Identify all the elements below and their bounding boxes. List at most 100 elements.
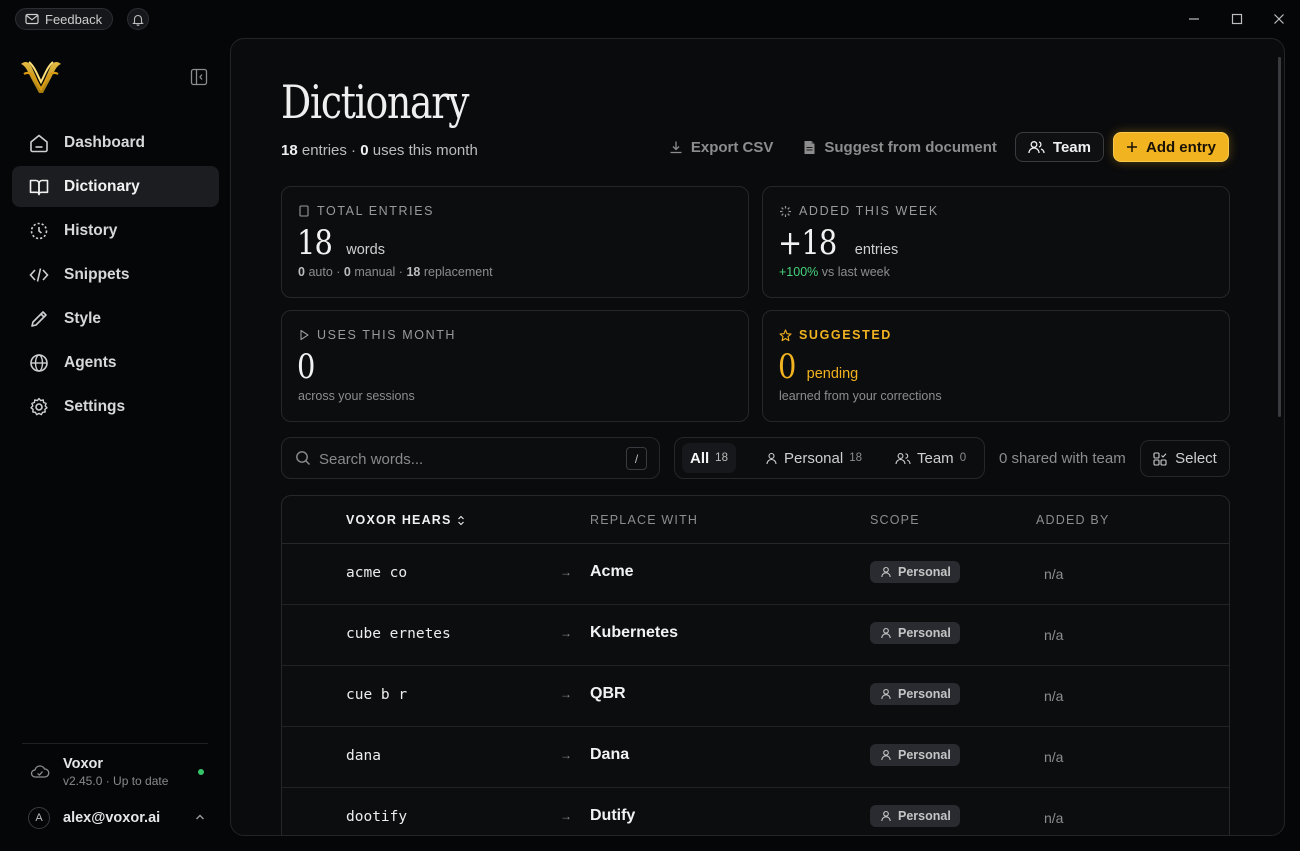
export-csv-label: Export CSV: [690, 138, 774, 156]
team-button[interactable]: Team: [1014, 132, 1104, 162]
minimize-button[interactable]: [1183, 9, 1205, 29]
tab-all[interactable]: All 18: [682, 443, 736, 473]
scope-label: Personal: [898, 809, 951, 823]
column-label: REPLACE WITH: [590, 513, 699, 527]
added-by-cell: n/a: [1044, 749, 1064, 765]
cloud-sync-icon: [30, 764, 50, 780]
uses-count: 0: [360, 142, 369, 159]
table-row[interactable]: cue b r → QBR Personal n/a: [282, 666, 1229, 727]
add-entry-label: Add entry: [1145, 138, 1216, 156]
app-name: Voxor: [63, 756, 104, 772]
main-panel: Dictionary 18 entries · 0 uses this mont…: [230, 38, 1285, 836]
table-row[interactable]: cube ernetes → Kubernetes Personal n/a: [282, 605, 1229, 666]
pen-icon: [28, 308, 50, 330]
title-bar: Feedback: [0, 0, 1300, 38]
uses-this-month-detail: across your sessions: [298, 389, 415, 403]
table-row[interactable]: dana → Dana Personal n/a: [282, 727, 1229, 788]
uses-this-month-label: USES THIS MONTH: [317, 328, 457, 342]
tab-personal[interactable]: Personal 18: [757, 443, 870, 473]
arrow-right-icon: →: [560, 565, 572, 579]
uses-label: uses this month: [372, 142, 478, 159]
added-by-cell: n/a: [1044, 566, 1064, 582]
table-row[interactable]: dootify → Dutify Personal n/a: [282, 788, 1229, 835]
scrollbar[interactable]: [1278, 57, 1281, 417]
sidebar-item-settings[interactable]: Settings: [12, 386, 219, 427]
gear-icon: [28, 396, 50, 418]
app-logo[interactable]: [18, 56, 64, 96]
weekly-change-label: vs last week: [821, 265, 890, 279]
suggested-label: SUGGESTED: [799, 328, 892, 342]
added-by-cell: n/a: [1044, 627, 1064, 643]
tab-count: 0: [959, 452, 967, 464]
entries-count: 18: [281, 142, 298, 159]
minimize-icon: [1188, 13, 1200, 25]
replace-cell: Acme: [590, 563, 634, 580]
weekly-change-value: +100%: [779, 265, 819, 279]
card-label: ADDED THIS WEEK: [779, 204, 939, 218]
sidebar-divider: [22, 743, 208, 744]
search-box: /: [281, 437, 660, 479]
scope-badge: Personal: [870, 744, 960, 766]
dictionary-table: VOXOR HEARS REPLACE WITH SCOPE ADDED BY …: [281, 495, 1230, 835]
table-row[interactable]: acme co → Acme Personal n/a: [282, 544, 1229, 605]
sidebar-item-history[interactable]: History: [12, 210, 219, 251]
sidebar-item-label: Style: [64, 309, 102, 327]
scope-badge: Personal: [870, 683, 960, 705]
hears-cell: cube ernetes: [346, 626, 451, 642]
scope-label: Personal: [898, 748, 951, 762]
added-this-week-card: ADDED THIS WEEK +18 entries +100% vs las…: [762, 186, 1230, 298]
scope-filter-tabs: All 18 Personal 18 Team 0: [674, 437, 985, 479]
suggest-from-document-button[interactable]: Suggest from document: [803, 139, 997, 156]
header-actions: Export CSV Suggest from document Team Ad…: [639, 132, 1229, 162]
feedback-label: Feedback: [45, 11, 103, 27]
feedback-button[interactable]: Feedback: [15, 8, 114, 30]
sidebar-item-snippets[interactable]: Snippets: [12, 254, 219, 295]
total-entries-breakdown: 0 auto · 0 manual · 18 replacement: [298, 265, 493, 279]
collapse-sidebar-button[interactable]: [188, 66, 210, 88]
hears-cell: dootify: [346, 809, 408, 825]
book-icon: [28, 176, 50, 198]
close-window-button[interactable]: [1268, 9, 1290, 29]
column-voxor-hears[interactable]: VOXOR HEARS: [346, 513, 465, 527]
tab-team[interactable]: Team 0: [887, 443, 974, 473]
column-label: SCOPE: [870, 513, 920, 527]
sidebar-item-style[interactable]: Style: [12, 298, 219, 339]
search-input[interactable]: [319, 447, 609, 471]
mail-icon: [25, 13, 39, 25]
sidebar-item-agents[interactable]: Agents: [12, 342, 219, 383]
select-button[interactable]: Select: [1140, 440, 1230, 477]
added-by-cell: n/a: [1044, 810, 1064, 826]
notifications-button[interactable]: [127, 8, 149, 30]
globe-icon: [28, 352, 50, 374]
sidebar: Dashboard Dictionary History Snippets St…: [0, 38, 230, 851]
sidebar-item-dashboard[interactable]: Dashboard: [12, 122, 219, 163]
hears-cell: cue b r: [346, 687, 408, 703]
export-csv-button[interactable]: Export CSV: [669, 138, 774, 156]
search-icon: [295, 450, 311, 466]
scope-badge: Personal: [870, 561, 960, 583]
users-icon: [1028, 140, 1045, 154]
user-icon: [880, 810, 892, 822]
scope-label: Personal: [898, 626, 951, 640]
bookmark-icon: [298, 205, 310, 217]
history-icon: [28, 220, 50, 242]
suggested-card[interactable]: SUGGESTED 0 pending learned from your co…: [762, 310, 1230, 422]
home-icon: [28, 132, 50, 154]
sidebar-item-label: Settings: [64, 397, 126, 415]
user-icon: [765, 452, 778, 465]
maximize-button[interactable]: [1226, 9, 1248, 29]
sidebar-item-dictionary[interactable]: Dictionary: [12, 166, 219, 207]
sidebar-toggle-icon: [190, 68, 208, 86]
auto-label: auto ·: [308, 265, 341, 279]
sidebar-item-label: History: [64, 221, 118, 239]
account-email: alex@voxor.ai: [63, 810, 161, 826]
sidebar-item-label: Dashboard: [64, 133, 145, 151]
account-menu[interactable]: A alex@voxor.ai: [28, 806, 210, 830]
app-version-status[interactable]: Voxor v2.45.0 · Up to date: [30, 756, 210, 792]
hears-cell: dana: [346, 748, 381, 764]
sidebar-item-label: Dictionary: [64, 177, 140, 195]
select-label: Select: [1175, 450, 1217, 467]
scope-label: Personal: [898, 687, 951, 701]
star-icon: [779, 328, 792, 342]
add-entry-button[interactable]: Add entry: [1112, 132, 1229, 162]
